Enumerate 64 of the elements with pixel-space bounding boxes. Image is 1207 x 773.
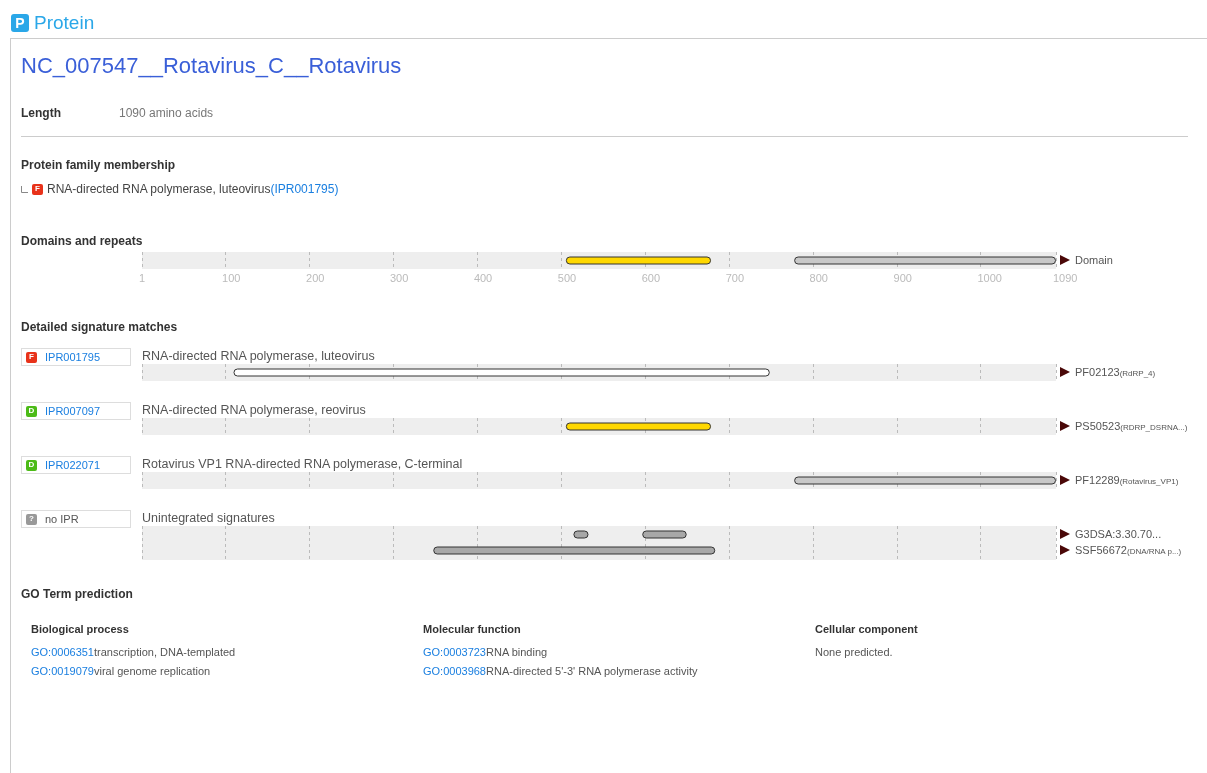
- go-link[interactable]: GO:0019079: [31, 664, 94, 677]
- triangle-icon: [1060, 421, 1070, 431]
- axis-tick-label: 500: [557, 272, 577, 285]
- entry-type-icon: D: [26, 405, 37, 417]
- entry-title: RNA-directed RNA polymerase, reovirus: [142, 402, 367, 418]
- column-heading: Biological process: [31, 622, 130, 637]
- triangle-icon: [1060, 367, 1070, 377]
- axis-tick-label: 600: [641, 272, 661, 285]
- signature-label[interactable]: SSF56672(DNA/RNA p...): [1075, 541, 1182, 559]
- go-link[interactable]: GO:0003723: [423, 645, 486, 658]
- section-heading: GO Term prediction: [21, 587, 134, 601]
- accession-box[interactable]: D IPR007097: [21, 402, 131, 420]
- empty-note: None predicted.: [815, 644, 894, 660]
- signature-label[interactable]: PS50523(RDRP_DSRNA...): [1075, 417, 1188, 435]
- axis-tick-label: 400: [473, 272, 493, 285]
- entry-type-icon: ?: [26, 513, 37, 525]
- accession-box[interactable]: F IPR001795: [21, 348, 131, 366]
- triangle-icon: [1060, 255, 1070, 265]
- family-name: RNA-directed RNA polymerase, luteovirus(IPR001795): [47, 181, 339, 198]
- column-heading: Molecular function: [423, 622, 522, 637]
- entry-title: RNA-directed RNA polymerase, luteovirus: [142, 348, 376, 364]
- go-link[interactable]: GO:0003968: [423, 664, 486, 677]
- length-value: 1090 amino acids: [119, 106, 214, 120]
- accession-text: no IPR: [45, 511, 79, 527]
- match-bar[interactable]: [573, 530, 589, 539]
- accession-link[interactable]: IPR007097: [45, 402, 101, 420]
- section-heading: Domains and repeats: [21, 234, 144, 248]
- axis-tick-label: 100: [222, 272, 241, 285]
- axis-tick-label: 700: [725, 272, 745, 285]
- triangle-icon: [1060, 475, 1070, 485]
- go-term: GO:0003968RNA-directed 5'-3' RNA polymerase activity: [423, 663, 699, 679]
- protein-title: NC_007547__Rotavirus_C__Rotavirus: [21, 52, 403, 80]
- signature-label[interactable]: PF12289(Rotavirus_VP1): [1075, 471, 1179, 489]
- page-title: Protein: [34, 10, 95, 35]
- go-link[interactable]: GO:0006351: [31, 645, 94, 658]
- axis-tick-label: 900: [893, 272, 912, 285]
- accession-link[interactable]: IPR001795: [45, 348, 101, 366]
- section-heading: Protein family membership: [21, 158, 177, 172]
- entry-title: Rotavirus VP1 RNA-directed RNA polymerase, C-terminal: [142, 456, 464, 472]
- axis-tick-label: 1090: [1053, 272, 1078, 285]
- accession-link[interactable]: IPR022071: [45, 456, 101, 474]
- axis-tick-label: 800: [809, 272, 828, 285]
- entry-title: Unintegrated signatures: [142, 510, 276, 526]
- entry-type-icon: D: [26, 459, 37, 471]
- axis-tick-label: 300: [389, 272, 409, 285]
- match-bar[interactable]: [642, 530, 687, 539]
- axis-tick-label: 1000: [977, 272, 1002, 285]
- signature-label[interactable]: PF02123(RdRP_4): [1075, 363, 1156, 381]
- go-term: GO:0019079viral genome replication: [31, 663, 212, 679]
- length-label: Length: [21, 106, 62, 120]
- protein-icon: P: [11, 14, 29, 32]
- column-heading: Cellular component: [815, 622, 919, 637]
- go-term: GO:0006351transcription, DNA-templated: [31, 644, 237, 660]
- tree-branch-icon: [21, 185, 28, 193]
- track-label: Domain: [1075, 252, 1113, 268]
- section-heading: Detailed signature matches: [21, 320, 179, 334]
- axis-tick-label: 1: [139, 272, 146, 285]
- go-term: GO:0003723RNA binding: [423, 644, 549, 660]
- entry-type-icon: F: [26, 351, 37, 363]
- signature-label[interactable]: G3DSA:3.30.70...: [1075, 525, 1162, 543]
- accession-box[interactable]: D IPR022071: [21, 456, 131, 474]
- accession-link[interactable]: (IPR001795): [270, 182, 339, 196]
- axis-tick-label: 200: [306, 272, 325, 285]
- family-type-icon: F: [32, 183, 43, 195]
